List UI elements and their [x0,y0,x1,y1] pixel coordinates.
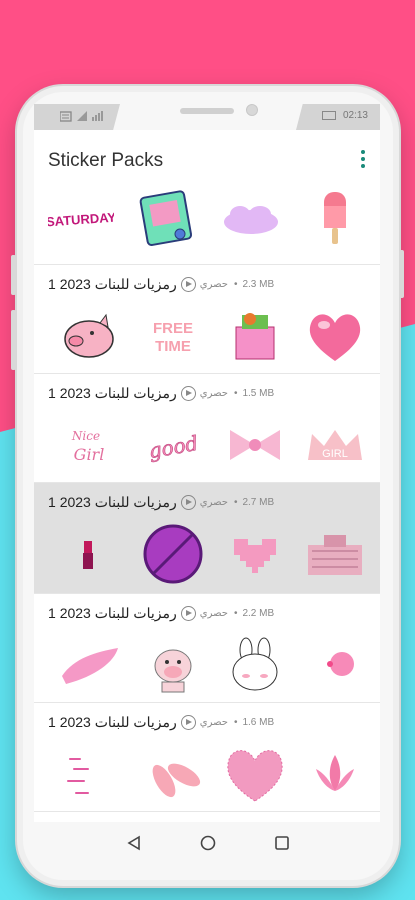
saturday-text-icon: SATURDAY [48,210,114,230]
svg-text:SATURDAY: SATURDAY [48,210,114,230]
svg-text:FREE: FREE [153,320,193,337]
good-text-icon: good [146,431,200,464]
app-screen: Sticker Packs SATURDAY رمزيات للبنات 202… [34,130,380,822]
signal-icon [59,111,103,122]
pack-name: رمزيات للبنات 2023 1 [48,275,177,292]
svg-text:good: good [147,431,200,463]
app-bar: Sticker Packs [34,130,380,188]
shopping-bag-icon [235,313,275,360]
volume-button-lower [11,310,16,370]
animated-play-icon [180,276,196,292]
sticker-pack-row[interactable]: رمزيات للبنات 2023 1 حصري • 2.3 MB FREE … [34,265,380,373]
separator-dot: • [233,716,238,728]
pack-stickers: FREE TIME [34,299,380,373]
bow-icon [230,430,280,460]
volume-button [11,255,16,295]
pack-author: حصري [199,496,228,508]
cloud-text-icon [224,206,278,234]
svg-text:TIME: TIME [155,338,191,355]
popsicle-icon [324,192,346,244]
pack-stickers [34,737,380,811]
pixel-heart-icon [234,539,276,573]
pack-size: 1.5 MB [242,387,275,399]
pack-author: حصري [199,607,228,619]
lotus-icon [316,755,354,791]
home-circle-icon[interactable] [200,835,216,851]
status-bar: 02:13 [34,104,380,130]
pack-size: 2.3 MB [242,278,275,290]
app-title: Sticker Packs [48,150,164,171]
bubblegum-icon [327,652,354,676]
pack-author: حصري [199,716,228,728]
back-triangle-icon[interactable] [126,835,142,851]
glitter-heart-icon [227,750,283,802]
separator-dot: • [233,278,238,290]
purple-prohibited-circle-icon [143,524,203,584]
divider [34,811,380,812]
signal-icons [59,109,106,126]
bunny-icon [232,637,278,691]
sticker-pack-row[interactable]: رمزيات للبنات 2023 1 حصري • 2.2 MB [34,594,380,702]
power-button [399,250,404,298]
svg-text:Girl: Girl [74,445,105,464]
animated-play-icon [180,385,196,401]
animated-play-icon [180,494,196,510]
pack-header: رمزيات للبنات 2023 1 حصري • 2.7 MB [48,493,366,511]
pack-header: رمزيات للبنات 2023 1 حصري • 2.2 MB [48,604,366,622]
top-sticker-strip: SATURDAY [34,182,380,256]
svg-text:Nice: Nice [71,429,100,443]
pack-name: رمزيات للبنات 2023 1 [48,384,177,401]
svg-text:GIRL: GIRL [322,448,348,460]
nice-girl-text-icon: Nice Girl [71,429,105,464]
pack-header: رمزيات للبنات 2023 1 حصري • 1.6 MB [48,713,366,731]
animated-play-icon [180,714,196,730]
lipstick-icon [83,541,93,569]
flip-flops-icon [152,763,201,798]
pink-building-icon [308,535,362,575]
pack-author: حصري [199,387,228,399]
separator-dot: • [233,607,238,619]
piggy-icon [64,313,114,358]
calendar-tablet-icon [139,190,193,247]
pack-name: رمزيات للبنات 2023 1 [48,713,177,730]
hearts-text-icon [67,758,89,794]
pack-header: رمزيات للبنات 2023 1 حصري • 1.5 MB [48,384,366,402]
pack-stickers [34,517,380,591]
pink-paint-stroke-icon [62,648,118,684]
girl-crown-icon: GIRL [308,430,362,460]
pack-size: 1.6 MB [242,716,275,728]
status-right: 02:13 [322,110,368,121]
sticker-pack-row[interactable]: رمزيات للبنات 2023 1 حصري • 1.5 MB Nice … [34,374,380,482]
cute-cow-icon [154,649,192,693]
pack-size: 2.2 MB [242,607,275,619]
animated-play-icon [180,605,196,621]
pack-header: رمزيات للبنات 2023 1 حصري • 2.3 MB [48,275,366,293]
pack-name: رمزيات للبنات 2023 1 [48,493,177,510]
pack-stickers: Nice Girl good GIRL [34,408,380,482]
pack-stickers [34,628,380,702]
sticker-pack-row-selected[interactable]: رمزيات للبنات 2023 1 حصري • 2.7 MB [34,483,380,593]
status-time: 02:13 [342,110,368,121]
pack-name: رمزيات للبنات 2023 1 [48,604,177,621]
more-vert-icon[interactable] [360,150,366,168]
pink-heart-icon [309,314,361,361]
separator-dot: • [233,496,238,508]
battery-icon [322,110,337,120]
free-time-text-icon: FREE TIME [153,320,193,355]
separator-dot: • [233,387,238,399]
recents-square-icon[interactable] [274,835,290,851]
navigation-bar [34,822,380,866]
sticker-pack-row[interactable]: رمزيات للبنات 2023 1 حصري • 1.6 MB [34,703,380,811]
pack-size: 2.7 MB [242,496,275,508]
pack-author: حصري [199,278,228,290]
